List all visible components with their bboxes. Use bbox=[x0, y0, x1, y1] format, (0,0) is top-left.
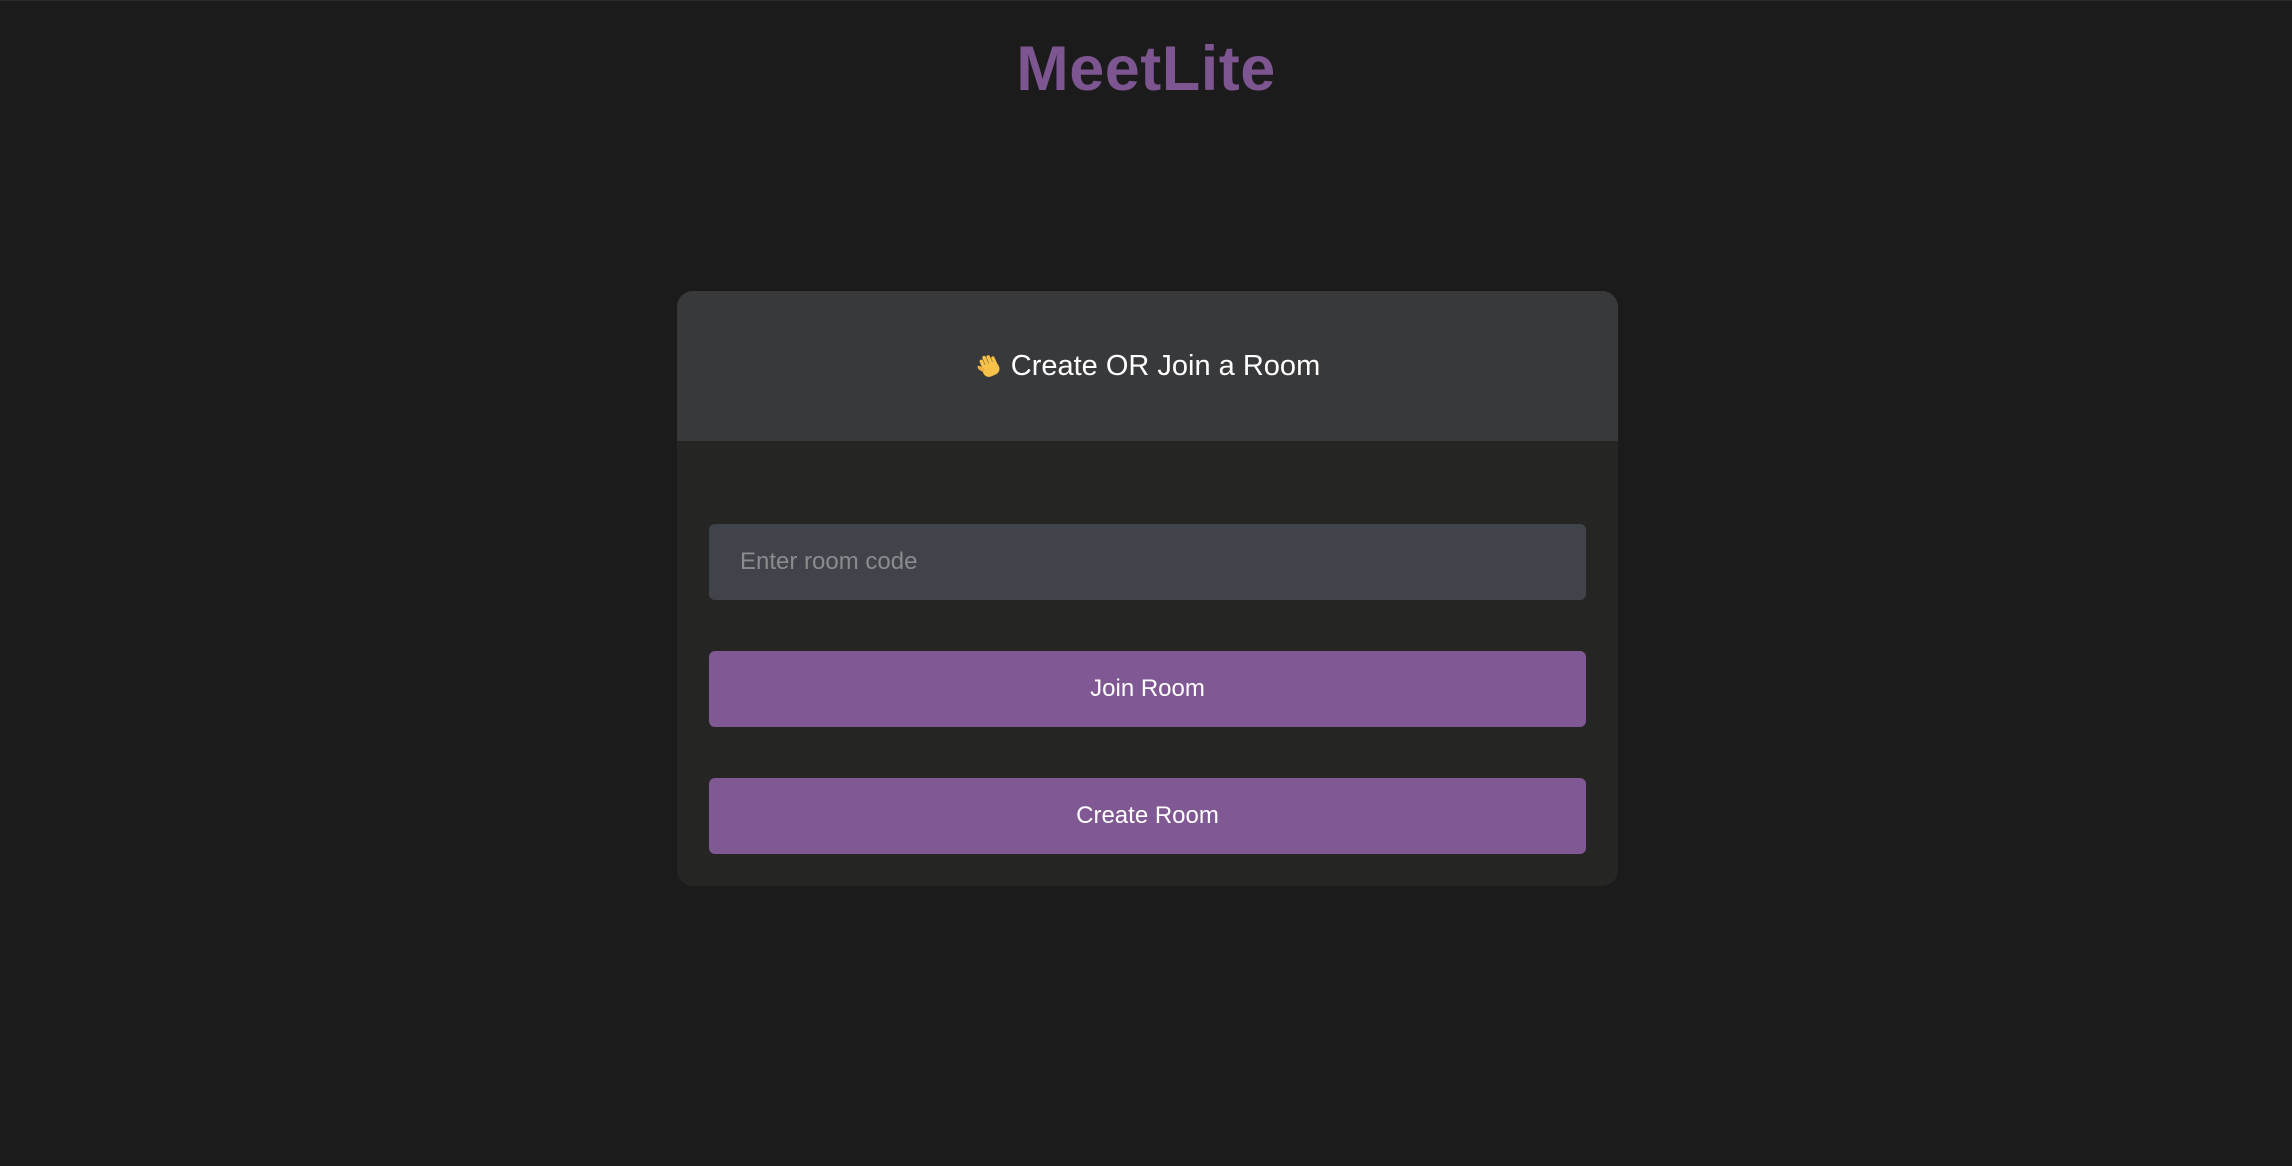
room-card: Create OR Join a Room Join Room Create R… bbox=[677, 291, 1618, 886]
join-room-button[interactable]: Join Room bbox=[709, 651, 1586, 727]
page: MeetLite Create OR Join a Room Enter roo… bbox=[0, 0, 2292, 1166]
card-heading: Create OR Join a Room bbox=[975, 348, 1320, 384]
card-heading-text: Create OR Join a Room bbox=[1010, 350, 1321, 382]
card-header: Create OR Join a Room bbox=[677, 291, 1618, 441]
waving-hand-icon bbox=[975, 351, 1005, 381]
create-room-button[interactable]: Create Room bbox=[709, 778, 1586, 854]
room-code-input[interactable] bbox=[709, 524, 1586, 600]
app-title: MeetLite bbox=[1016, 34, 1276, 104]
